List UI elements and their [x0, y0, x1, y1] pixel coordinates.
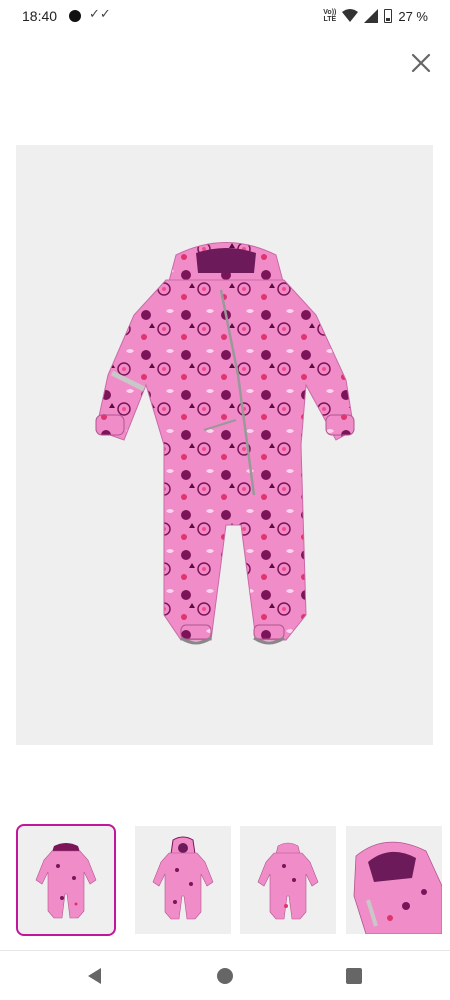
product-main-image[interactable]	[16, 145, 433, 745]
snowsuit-thumb-image	[152, 836, 214, 920]
double-check-icon: ✓✓	[89, 6, 111, 21]
back-triangle-icon[interactable]	[84, 965, 106, 987]
snowsuit-thumb-image	[35, 843, 97, 919]
snowsuit-thumb-image	[353, 841, 442, 934]
thumbnail-back[interactable]	[240, 826, 336, 934]
system-nav-bar	[0, 950, 450, 1000]
thumbnail-front-hood-up[interactable]	[135, 826, 231, 934]
thumbnail-strip	[0, 824, 450, 936]
thumbnail-front[interactable]	[16, 824, 116, 936]
snowsuit-image	[95, 242, 355, 645]
signal-icon	[364, 9, 379, 23]
notification-dot-icon	[69, 10, 81, 22]
battery-percent: 27 %	[398, 8, 428, 24]
snowsuit-thumb-image	[257, 842, 319, 920]
close-button[interactable]	[406, 48, 436, 78]
home-circle-icon[interactable]	[214, 965, 236, 987]
status-right-group: Vo)) LTE 27 %	[323, 7, 428, 25]
status-time: 18:40	[22, 8, 58, 24]
close-icon	[411, 53, 431, 73]
volte-icon: Vo)) LTE	[323, 9, 337, 23]
wifi-icon	[342, 9, 359, 22]
recents-square-icon[interactable]	[343, 965, 365, 987]
thumbnail-hood-detail[interactable]	[346, 826, 442, 934]
status-bar: 18:40 ✓✓ Vo)) LTE 27 %	[0, 0, 450, 34]
battery-icon	[384, 9, 393, 23]
